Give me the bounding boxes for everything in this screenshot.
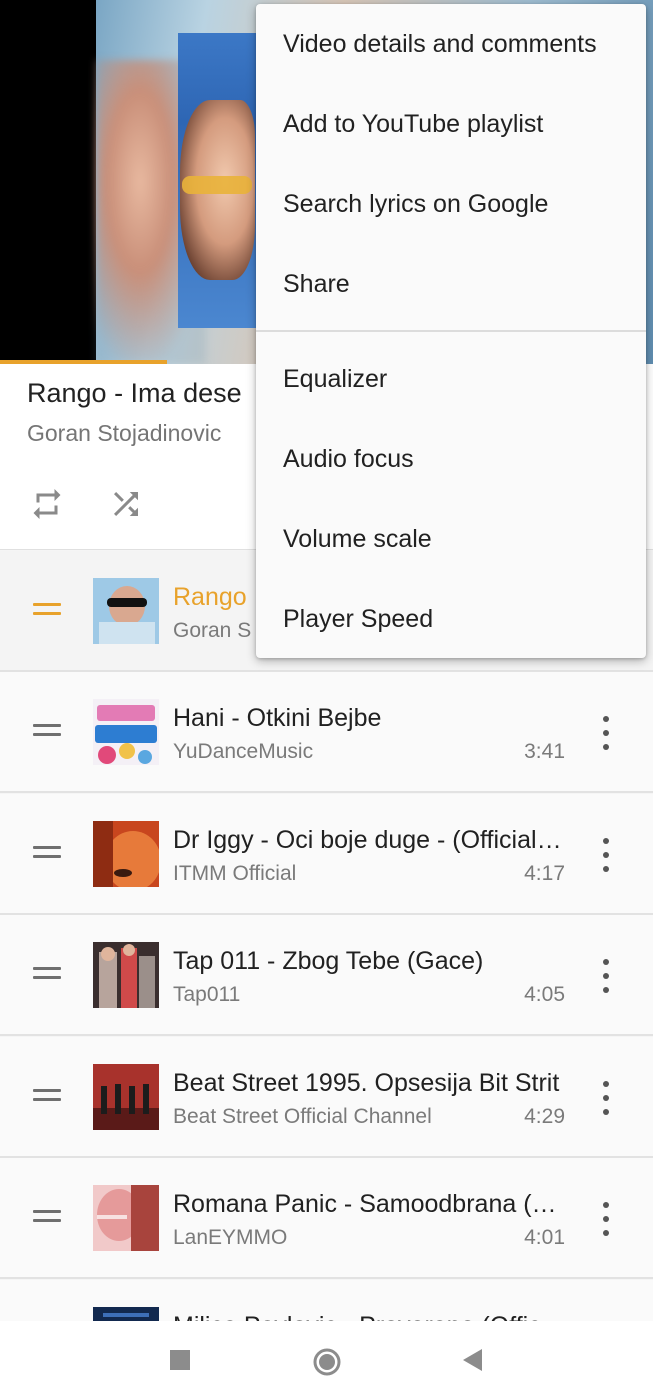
track-artist: Tap011 xyxy=(173,983,241,1006)
track-duration: 3:41 xyxy=(524,740,565,763)
track-artist: Beat Street Official Channel xyxy=(173,1105,432,1128)
track-duration: 4:29 xyxy=(524,1105,565,1128)
back-button[interactable] xyxy=(460,1347,486,1373)
shuffle-icon xyxy=(114,492,138,516)
drag-handle-icon[interactable] xyxy=(33,724,61,740)
track-artist: ITMM Official xyxy=(173,862,297,885)
track-thumbnail xyxy=(93,1064,159,1130)
drag-handle-icon[interactable] xyxy=(33,967,61,983)
track-title: Tap 011 - Zbog Tebe (Gace) xyxy=(173,947,484,975)
menu-item-video-details[interactable]: Video details and comments xyxy=(256,4,646,84)
track-title: Hani - Otkini Bejbe xyxy=(173,704,382,732)
track-duration: 4:17 xyxy=(524,862,565,885)
system-navigation-bar xyxy=(0,1321,653,1400)
track-artist: YuDanceMusic xyxy=(173,740,314,763)
menu-item-volume-scale[interactable]: Volume scale xyxy=(256,499,646,579)
track-thumbnail xyxy=(93,578,159,644)
playlist-row[interactable]: Beat Street 1995. Opsesija Bit Strit Bea… xyxy=(0,1037,653,1158)
more-options-icon[interactable] xyxy=(592,716,620,750)
track-thumbnail xyxy=(93,699,159,765)
track-title: Dr Iggy - Oci boje duge - (Official Vide… xyxy=(173,826,568,854)
more-options-icon[interactable] xyxy=(592,959,620,993)
now-playing-title: Rango - Ima dese xyxy=(27,378,242,408)
track-title: Beat Street 1995. Opsesija Bit Strit xyxy=(173,1069,560,1097)
square-icon xyxy=(170,1350,190,1370)
menu-item-share[interactable]: Share xyxy=(256,244,646,324)
menu-item-audio-focus[interactable]: Audio focus xyxy=(256,419,646,499)
triangle-back-icon xyxy=(463,1349,482,1371)
shuffle-button[interactable] xyxy=(106,484,146,524)
playlist-row[interactable]: Romana Panic - Samoodbrana (Official) La… xyxy=(0,1158,653,1279)
drag-handle-icon[interactable] xyxy=(33,1210,61,1226)
track-artist: Goran S xyxy=(173,619,252,642)
recents-button[interactable] xyxy=(167,1347,193,1373)
menu-item-add-to-playlist[interactable]: Add to YouTube playlist xyxy=(256,84,646,164)
repeat-icon xyxy=(33,489,61,519)
track-artist: LanEYMMO xyxy=(173,1226,288,1249)
track-duration: 4:05 xyxy=(524,983,565,1006)
overflow-menu: Video details and comments Add to YouTub… xyxy=(256,4,646,658)
more-options-icon[interactable] xyxy=(592,838,620,872)
now-playing-artist: Goran Stojadinovic xyxy=(27,420,222,446)
track-thumbnail xyxy=(93,1185,159,1251)
menu-item-equalizer[interactable]: Equalizer xyxy=(256,339,646,419)
drag-handle-icon[interactable] xyxy=(33,603,61,619)
more-options-icon[interactable] xyxy=(592,1202,620,1236)
repeat-button[interactable] xyxy=(27,484,67,524)
more-options-icon[interactable] xyxy=(592,1081,620,1115)
drag-handle-icon[interactable] xyxy=(33,846,61,862)
menu-divider xyxy=(256,330,646,332)
playlist-row[interactable]: Dr Iggy - Oci boje duge - (Official Vide… xyxy=(0,794,653,915)
playlist-row[interactable]: Tap 011 - Zbog Tebe (Gace) Tap011 4:05 xyxy=(0,915,653,1036)
home-button[interactable] xyxy=(312,1347,341,1376)
track-thumbnail xyxy=(93,942,159,1008)
menu-item-player-speed[interactable]: Player Speed xyxy=(256,579,646,659)
track-duration: 4:01 xyxy=(524,1226,565,1249)
track-title: Romana Panic - Samoodbrana (Official) xyxy=(173,1190,568,1218)
playlist-row[interactable]: Hani - Otkini Bejbe YuDanceMusic 3:41 xyxy=(0,672,653,793)
menu-item-search-lyrics[interactable]: Search lyrics on Google xyxy=(256,164,646,244)
track-thumbnail xyxy=(93,821,159,887)
drag-handle-icon[interactable] xyxy=(33,1089,61,1105)
video-album-glasses xyxy=(182,176,252,194)
circle-icon xyxy=(313,1348,341,1376)
